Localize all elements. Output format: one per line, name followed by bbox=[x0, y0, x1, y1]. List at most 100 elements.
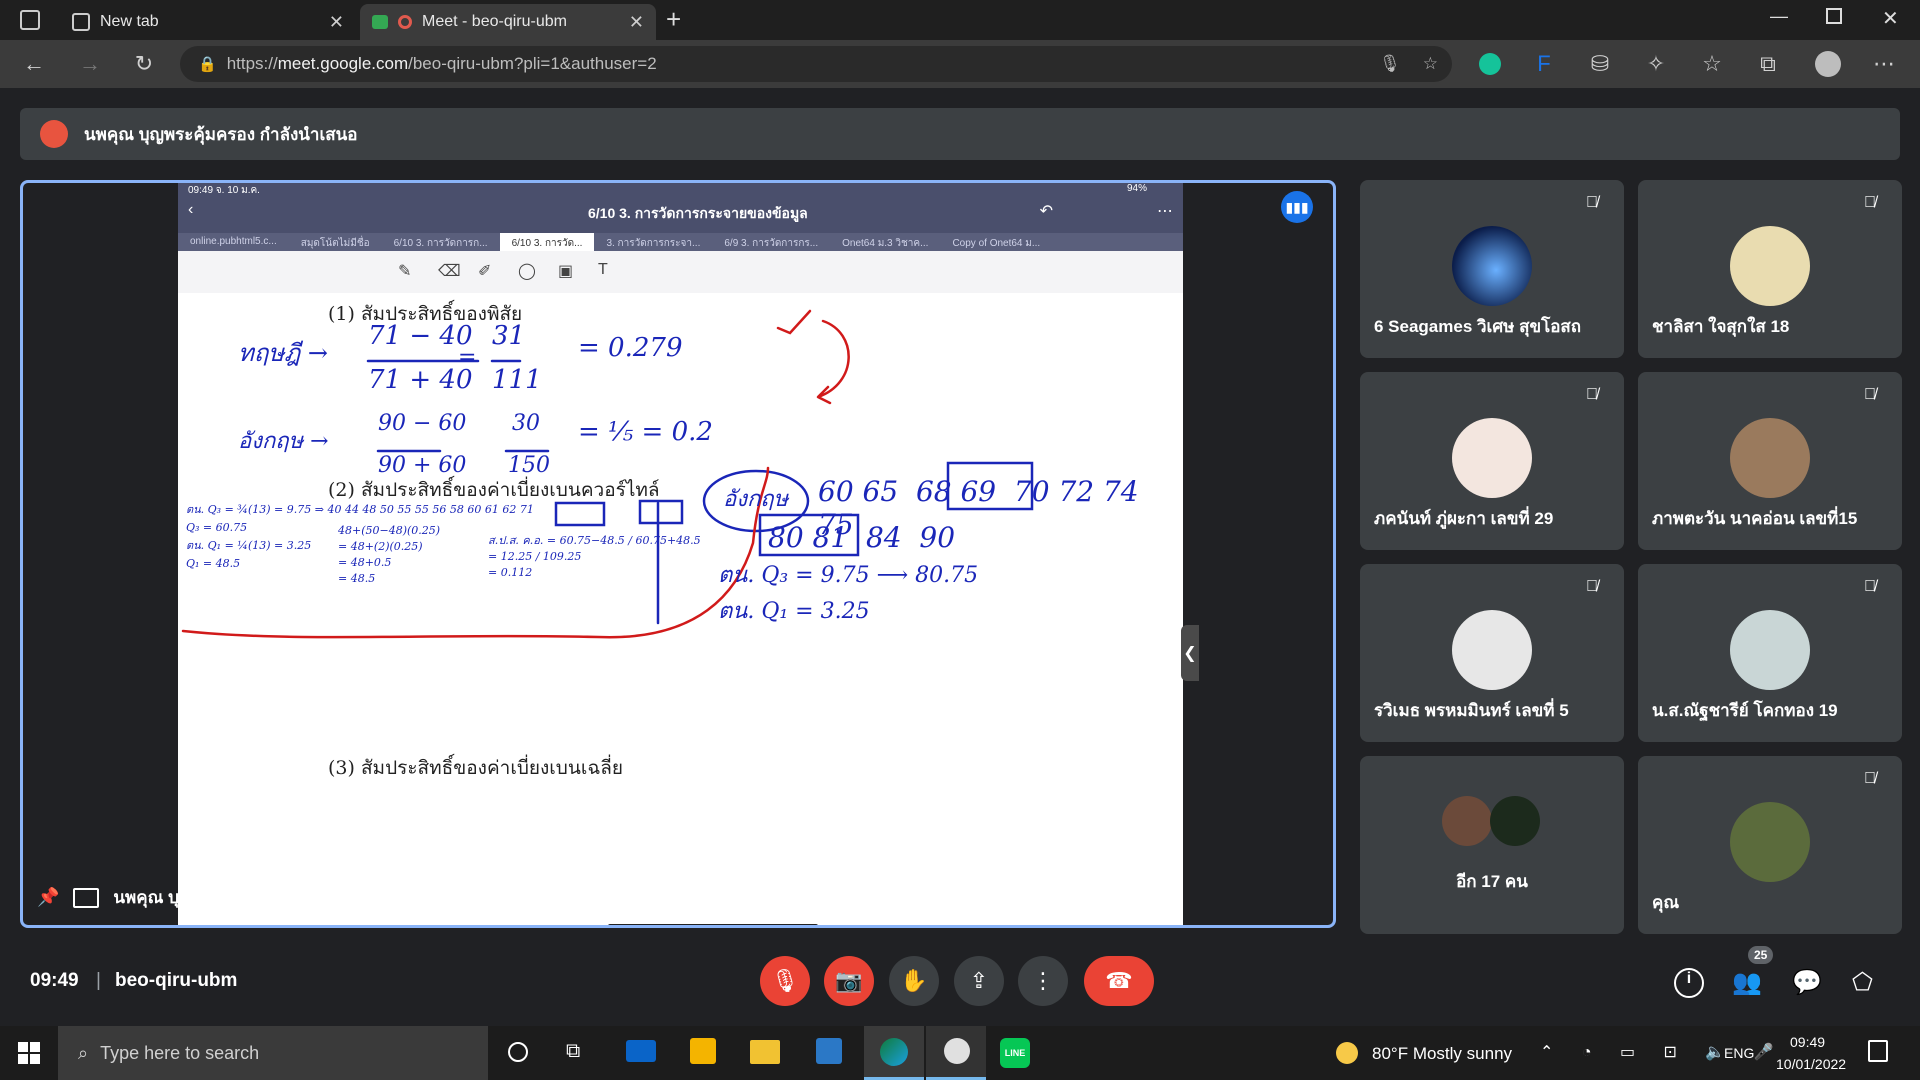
math-step: ตน. Q₃ = 9.75 ⟶ 80.75 bbox=[718, 563, 979, 588]
participant-tile[interactable]: 🎙̸ ชาลิสา ใจสุกใส 18 bbox=[1638, 180, 1902, 358]
collections-icon[interactable]: ⧉ bbox=[1752, 48, 1784, 80]
self-tile[interactable]: 🎙̸ คุณ bbox=[1638, 756, 1902, 934]
clock-time[interactable]: 09:49 bbox=[1790, 1034, 1825, 1050]
file-explorer-icon[interactable] bbox=[750, 1040, 780, 1064]
mic-off-icon: 🎙̸ bbox=[1864, 386, 1876, 403]
close-tab-icon[interactable]: ✕ bbox=[329, 12, 344, 33]
activities-icon[interactable]: ⬠ bbox=[1852, 968, 1873, 997]
extension-icon[interactable]: F bbox=[1528, 48, 1560, 80]
present-button[interactable]: ⇪ bbox=[954, 956, 1004, 1006]
math-data: 80 81 84 90 bbox=[768, 521, 956, 554]
favorites-icon[interactable]: ☆ bbox=[1696, 48, 1728, 80]
tab-actions-icon[interactable] bbox=[20, 10, 40, 30]
more-participants-tile[interactable]: อีก 17 คน bbox=[1360, 756, 1624, 934]
shared-screen: 09:49 จ. 10 ม.ค. 94% 6/10 3. การวัดการกร… bbox=[178, 183, 1183, 925]
app-icon[interactable] bbox=[816, 1038, 842, 1064]
paint-app-icon[interactable] bbox=[926, 1026, 986, 1080]
more-options-button[interactable]: ⋮ bbox=[1018, 956, 1068, 1006]
task-view-icon[interactable]: ⧉ bbox=[566, 1040, 580, 1063]
maximize-button[interactable] bbox=[1826, 8, 1842, 24]
tab-meet[interactable]: Meet - beo-qiru-ubm ✕ bbox=[360, 4, 656, 40]
participant-tile[interactable]: 🎙̸ น.ส.ณัฐชารีย์ โคกทอง 19 bbox=[1638, 564, 1902, 742]
participant-tile[interactable]: 🎙̸ ภคนันท์ ภู่ผะกา เลขที่ 29 bbox=[1360, 372, 1624, 550]
participant-name: 6 Seagames วิเศษ สุขโอสถ bbox=[1374, 317, 1582, 336]
math-fraction: 150 bbox=[508, 453, 550, 478]
extensions-puzzle-icon[interactable]: ✧ bbox=[1640, 48, 1672, 80]
back-icon[interactable]: ← bbox=[18, 48, 50, 80]
favorite-star-icon[interactable]: ☆ bbox=[1423, 54, 1438, 74]
math-fraction: 31 bbox=[492, 321, 526, 351]
more-menu-icon[interactable]: ⋯ bbox=[1868, 48, 1900, 80]
address-bar[interactable]: 🔒 https://meet.google.com/beo-qiru-ubm?p… bbox=[180, 46, 1452, 82]
math-fraction: 30 bbox=[512, 411, 540, 436]
participant-name: รวิเมธ พรหมมินทร์ เลขที่ 5 bbox=[1374, 701, 1569, 720]
close-window-button[interactable]: ✕ bbox=[1882, 6, 1899, 31]
separator: | bbox=[96, 970, 101, 991]
mic-off-icon: 🎙̸ bbox=[1586, 386, 1598, 403]
people-count-badge: 25 bbox=[1748, 946, 1774, 964]
mail-app-icon[interactable] bbox=[626, 1040, 656, 1062]
meeting-code: beo-qiru-ubm bbox=[115, 970, 238, 991]
notifications-icon[interactable] bbox=[1868, 1040, 1888, 1062]
math-fraction: 71 − 40 bbox=[368, 321, 473, 351]
more-count: อีก 17 คน bbox=[1456, 872, 1528, 891]
browser-tab-bar: New tab ✕ Meet - beo-qiru-ubm ✕ + — ✕ bbox=[0, 0, 1920, 40]
avatar bbox=[1730, 226, 1810, 306]
mic-off-icon: 🎙̸ bbox=[1586, 578, 1598, 595]
math-line: ทฤษฎี → bbox=[238, 339, 329, 367]
participant-name: น.ส.ณัฐชารีย์ โคกทอง 19 bbox=[1652, 701, 1838, 720]
mic-toggle-button[interactable]: 🎙 bbox=[760, 956, 810, 1006]
cortana-icon[interactable] bbox=[508, 1042, 528, 1062]
line-app-icon[interactable]: LINE bbox=[1000, 1038, 1030, 1068]
search-icon: ⌕ bbox=[78, 1042, 89, 1063]
camera-toggle-button[interactable]: 📷 bbox=[824, 956, 874, 1006]
leave-call-button[interactable]: ☎ bbox=[1084, 956, 1154, 1006]
pin-icon[interactable]: 📌 bbox=[37, 887, 59, 908]
speaking-indicator-icon: ▮▮▮ bbox=[1281, 191, 1313, 223]
minimize-button[interactable]: — bbox=[1770, 6, 1788, 27]
participant-tile[interactable]: 🎙̸ ภาพตะวัน นาคอ่อน เลขที่15 bbox=[1638, 372, 1902, 550]
mic-off-icon: 🎙̸ bbox=[1864, 770, 1876, 787]
windows-start-icon[interactable] bbox=[18, 1042, 40, 1064]
info-icon[interactable]: i bbox=[1674, 968, 1704, 998]
participant-name: ภาพตะวัน นาคอ่อน เลขที่15 bbox=[1652, 509, 1858, 528]
tab-label: New tab bbox=[100, 13, 159, 30]
recording-icon bbox=[398, 15, 412, 29]
url-path: /beo-qiru-ubm?pli=1&authuser=2 bbox=[408, 54, 657, 73]
participant-tile[interactable]: 🎙̸ 6 Seagames วิเศษ สุขโอสถ bbox=[1360, 180, 1624, 358]
extension-icon[interactable]: ⛁ bbox=[1584, 48, 1616, 80]
math-fraction: 71 + 40 bbox=[368, 365, 473, 395]
people-icon[interactable]: 👥 bbox=[1732, 968, 1762, 997]
input-language[interactable]: ENG bbox=[1724, 1045, 1754, 1061]
chat-icon[interactable]: 💬 bbox=[1792, 968, 1822, 997]
meeting-time: 09:49 bbox=[30, 970, 79, 991]
clock-date[interactable]: 10/01/2022 bbox=[1776, 1056, 1846, 1072]
participant-name: ชาลิสา ใจสุกใส 18 bbox=[1652, 317, 1790, 336]
reload-icon[interactable]: ↻ bbox=[128, 48, 160, 80]
presenter-name: นพคุณ บุญพระคุ้มครอง bbox=[113, 888, 285, 907]
microphone-icon[interactable]: 🎙 bbox=[1379, 54, 1401, 74]
browser-toolbar: ← → ↻ 🔒 https://meet.google.com/beo-qiru… bbox=[0, 40, 1920, 88]
new-tab-button[interactable]: + bbox=[666, 4, 681, 35]
presenting-banner: นพคุณ บุญพระคุ้มครอง กำลังนำเสนอ bbox=[20, 108, 1900, 160]
raise-hand-button[interactable]: ✋ bbox=[889, 956, 939, 1006]
url-prefix: https:// bbox=[226, 54, 278, 73]
math-line: อังกฤษ → bbox=[238, 429, 329, 454]
store-app-icon[interactable] bbox=[690, 1038, 716, 1064]
presenting-text: นพคุณ บุญพระคุ้มครอง กำลังนำเสนอ bbox=[84, 124, 358, 144]
weather-text[interactable]: 80°F Mostly sunny bbox=[1372, 1044, 1512, 1064]
profile-avatar-icon[interactable] bbox=[1812, 48, 1844, 80]
forward-icon[interactable]: → bbox=[74, 48, 106, 80]
grammarly-extension-icon[interactable] bbox=[1474, 48, 1506, 80]
close-tab-icon[interactable]: ✕ bbox=[629, 12, 644, 33]
participant-tile[interactable]: 🎙̸ รวิเมธ พรหมมินทร์ เลขที่ 5 bbox=[1360, 564, 1624, 742]
side-handle[interactable]: ❮ bbox=[1181, 625, 1199, 681]
tab-new-tab[interactable]: New tab ✕ bbox=[60, 4, 356, 40]
avatar bbox=[1730, 802, 1810, 882]
new-tab-icon bbox=[72, 13, 90, 31]
present-screen-icon bbox=[73, 887, 100, 908]
taskbar-search-box[interactable]: ⌕ Type here to search bbox=[58, 1026, 488, 1080]
math-result: = ⅕ = 0.2 bbox=[578, 417, 713, 447]
edge-browser-icon[interactable] bbox=[864, 1026, 924, 1080]
tab-label: Meet - beo-qiru-ubm bbox=[422, 13, 567, 30]
